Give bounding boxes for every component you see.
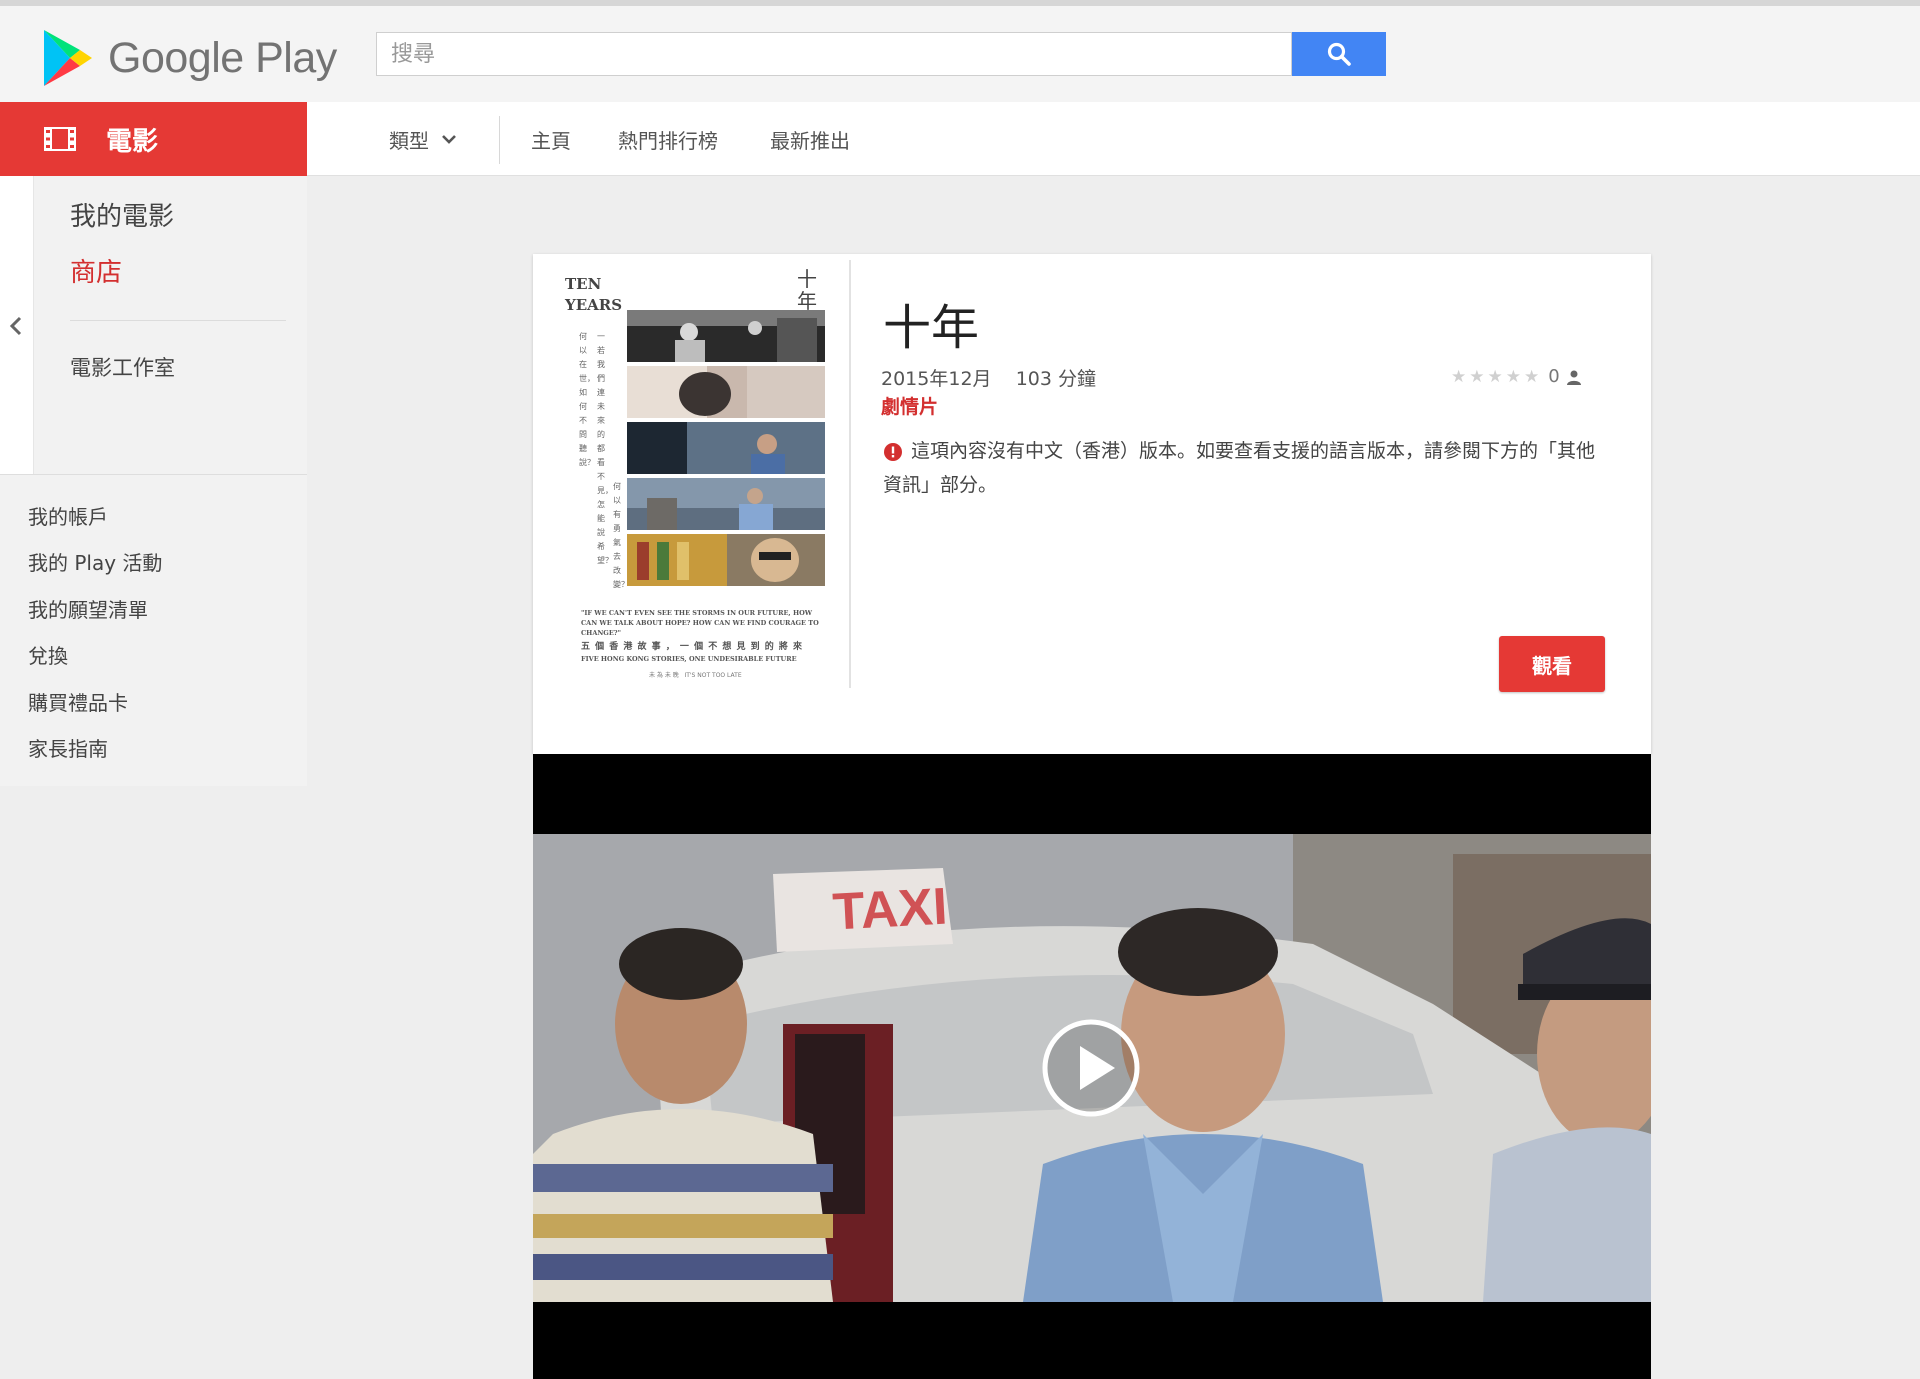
search-input[interactable] <box>377 33 1291 75</box>
poster-footer: 未 為 未 晚 IT'S NOT TOO LATE <box>649 672 742 679</box>
movie-details-card: TEN YEARS 十年 何以在世，如何不問聽說？ 一若我們連未來的都看不見，怎… <box>533 254 1651 754</box>
tab-separator <box>499 116 500 164</box>
rating-count: 0 <box>1548 366 1560 387</box>
sidebar-item-my-movies[interactable]: 我的電影 <box>70 196 174 233</box>
link-my-wishlist[interactable]: 我的願望清單 <box>28 594 148 623</box>
trailer-player[interactable]: TAXI <box>533 754 1651 1379</box>
watch-button[interactable]: 觀看 <box>1499 636 1605 692</box>
top-tab-bar: 類型 主頁 熱門排行榜 最新推出 <box>307 102 1920 176</box>
chevron-left-icon[interactable] <box>6 312 26 340</box>
search-button[interactable] <box>1292 32 1386 76</box>
poster-tagline-en: FIVE HONG KONG STORIES, ONE UNDESIRABLE … <box>581 655 797 663</box>
star-icon: ★ <box>1524 366 1540 387</box>
tab-home[interactable]: 主頁 <box>531 102 571 176</box>
account-links: 我的帳戶 我的 Play 活動 我的願望清單 兌換 購買禮品卡 家長指南 <box>0 474 307 786</box>
film-icon <box>44 127 76 151</box>
taxi-sign-text: TAXI <box>831 878 948 942</box>
play-triangle-icon <box>44 30 92 86</box>
tab-new-releases[interactable]: 最新推出 <box>770 102 850 176</box>
poster-title-cjk: 十年 <box>797 267 817 313</box>
link-redeem[interactable]: 兌換 <box>28 640 68 669</box>
tab-genre-dropdown[interactable]: 類型 <box>389 102 457 176</box>
search-icon <box>1327 42 1351 66</box>
tab-genre-label: 類型 <box>389 128 429 153</box>
star-icon: ★ <box>1487 366 1503 387</box>
link-my-account[interactable]: 我的帳戶 <box>28 501 108 530</box>
rating-summary: ★ ★ ★ ★ ★ 0 <box>1451 366 1582 387</box>
sidebar-divider <box>70 320 286 321</box>
brand-name: Google Play <box>108 33 337 82</box>
star-icon: ★ <box>1469 366 1485 387</box>
poster-vertical-text: 一若我們連未來的都看不見，怎能說希望？ <box>597 332 613 565</box>
poster-quote: "IF WE CAN'T EVEN SEE THE STORMS IN OUR … <box>581 609 819 637</box>
link-my-play-activity[interactable]: 我的 Play 活動 <box>28 547 162 576</box>
poster-tagline: 五 個 香 港 故 事 ， 一 個 不 想 見 到 的 將 來 FIVE HON… <box>581 640 829 664</box>
movie-genre-link[interactable]: 劇情片 <box>881 392 938 419</box>
link-buy-gift-card[interactable]: 購買禮品卡 <box>28 687 128 716</box>
movie-title: 十年 <box>883 300 980 356</box>
chevron-down-icon <box>442 135 456 144</box>
poster-photo-strip <box>627 310 825 362</box>
header: Google Play <box>0 6 1920 102</box>
star-icon: ★ <box>1451 366 1467 387</box>
tab-top-charts[interactable]: 熱門排行榜 <box>618 102 718 176</box>
category-movies[interactable]: 電影 <box>0 102 307 176</box>
play-icon[interactable] <box>1041 1018 1141 1118</box>
poster-photo-strip <box>627 478 825 530</box>
language-notice: 這項內容沒有中文（香港）版本。如要查看支援的語言版本，請參閱下方的「其他資訊」部… <box>883 440 1596 496</box>
poster-title-en: TEN YEARS <box>565 274 622 316</box>
link-parent-guide[interactable]: 家長指南 <box>28 733 108 762</box>
sidebar-item-store[interactable]: 商店 <box>70 252 122 289</box>
movie-release-duration: 2015年12月 103 分鐘 <box>881 368 1096 390</box>
poster-vertical-text: 何以有勇氣去改變？ <box>613 482 629 589</box>
category-label: 電影 <box>106 126 159 157</box>
search-box <box>376 32 1292 76</box>
poster-title-en-line1: TEN <box>565 275 602 293</box>
poster-vertical-text: 何以在世，如何不問聽說？ <box>579 332 595 467</box>
star-icon: ★ <box>1505 366 1521 387</box>
poster-title-en-line2: YEARS <box>565 296 623 314</box>
poster-photo-strip <box>627 534 825 586</box>
poster-tagline-zh: 五 個 香 港 故 事 ， 一 個 不 想 見 到 的 將 來 <box>581 642 804 652</box>
person-icon <box>1566 370 1581 385</box>
google-play-logo[interactable]: Google Play <box>40 26 337 90</box>
sidebar-item-studio[interactable]: 電影工作室 <box>70 352 175 382</box>
movie-poster[interactable]: TEN YEARS 十年 何以在世，如何不問聽說？ 一若我們連未來的都看不見，怎… <box>549 260 851 688</box>
poster-photo-strip <box>627 366 825 418</box>
poster-photo-strip <box>627 422 825 474</box>
